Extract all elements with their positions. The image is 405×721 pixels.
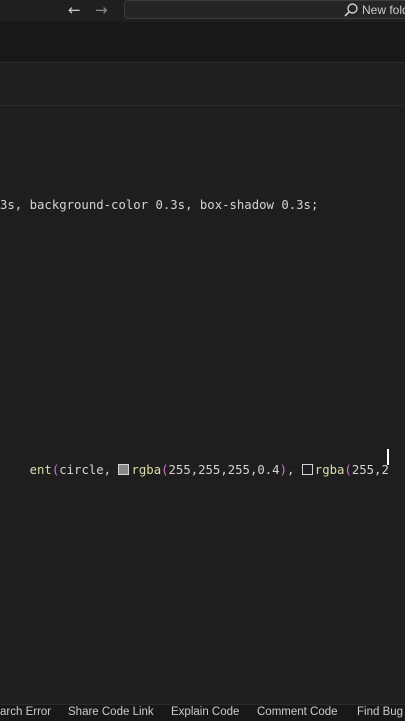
code-token-function: ent (29, 463, 52, 477)
status-item-explain-code[interactable]: Explain Code (171, 706, 239, 718)
command-center-search[interactable]: New fold (124, 0, 405, 19)
code-editor[interactable]: 3s, background-color 0.3s, box-shadow 0.… (0, 106, 405, 704)
code-token-rgba: rgba (131, 463, 162, 477)
search-text: New fold (362, 3, 405, 17)
color-swatch-icon[interactable] (118, 464, 130, 475)
code-line-transition: 3s, background-color 0.3s, box-shadow 0.… (0, 198, 319, 212)
code-token-rgba-args: 255,255,255,0.4 (168, 463, 280, 477)
breadcrumb (0, 63, 405, 106)
status-item-comment-code[interactable]: Comment Code (257, 706, 338, 718)
status-item-search-error[interactable]: arch Error (0, 706, 51, 718)
code-token-rgba: rgba (314, 463, 345, 477)
status-item-find-bug[interactable]: Find Bug (357, 706, 403, 718)
code-token-sep: , (286, 463, 302, 477)
code-token-arg: circle, (59, 463, 119, 477)
status-item-share-code-link[interactable]: Share Code Link (68, 706, 154, 718)
code-line-gradient: ent(circle, rgba(255,255,255,0.4), rgba(… (29, 463, 389, 477)
color-swatch-icon[interactable] (301, 464, 313, 475)
code-token-rgba-args-partial: 255,2 (351, 463, 389, 477)
title-bar: ← → New fold (0, 0, 405, 22)
status-bar: arch Error Share Code Link Explain Code … (0, 704, 405, 721)
search-icon (344, 3, 358, 17)
arrow-right-icon[interactable]: → (95, 1, 108, 19)
tab-bar (0, 22, 405, 63)
text-cursor (387, 449, 389, 465)
arrow-left-icon[interactable]: ← (68, 1, 81, 19)
